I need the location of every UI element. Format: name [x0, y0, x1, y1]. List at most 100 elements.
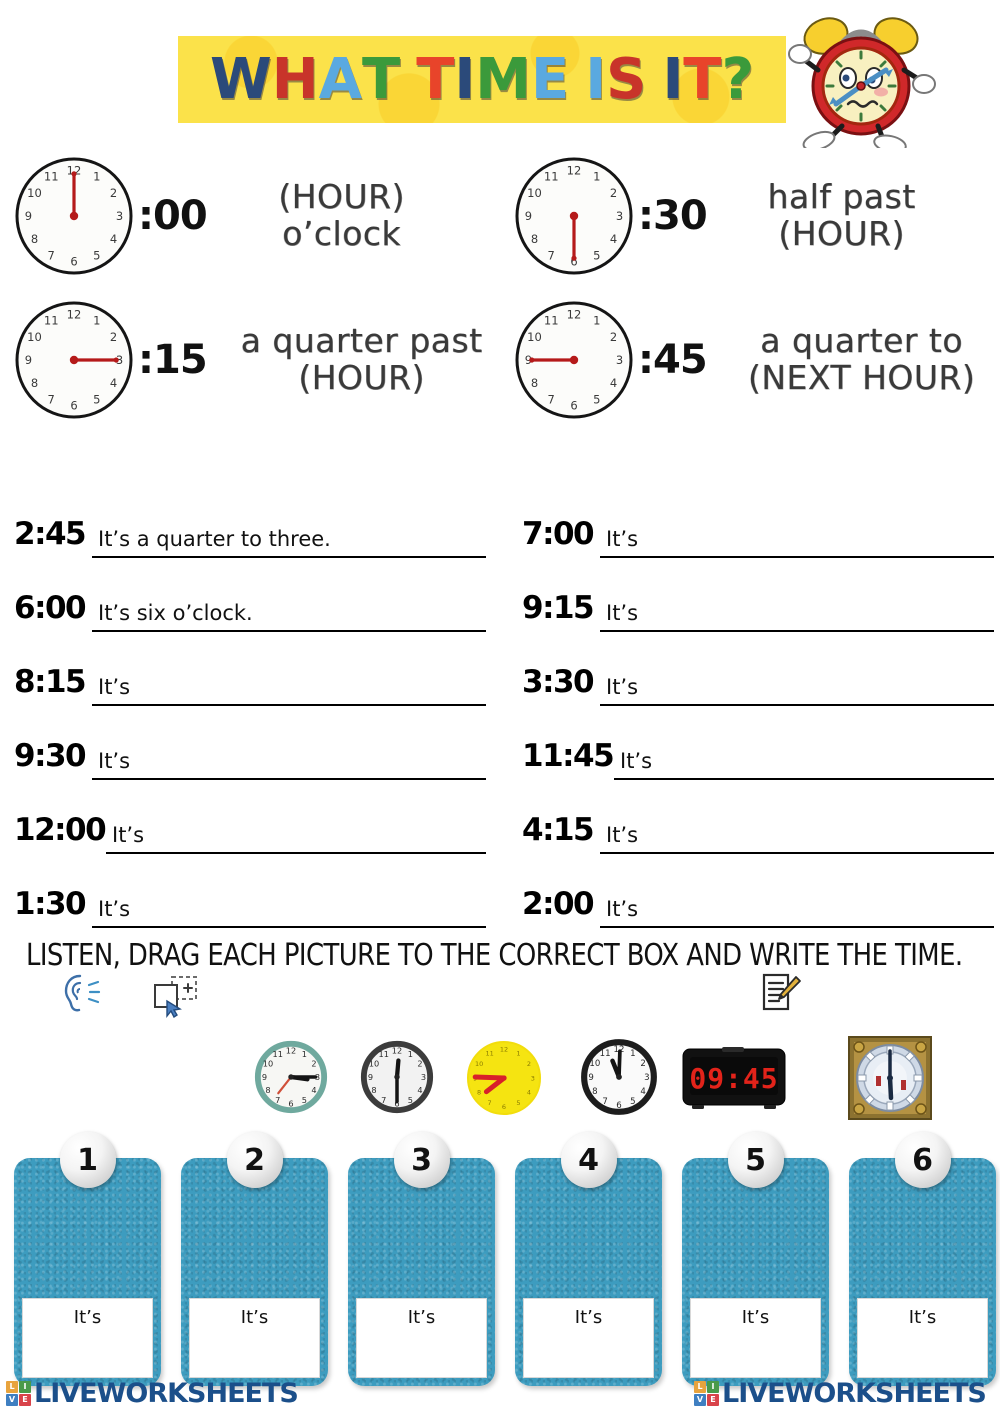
svg-text:10: 10 [27, 330, 42, 344]
svg-text:1: 1 [593, 314, 600, 328]
exercise-row-right-1: 7:00 It’s [522, 484, 994, 558]
write-note-icon [758, 972, 802, 1019]
svg-text:7: 7 [48, 249, 55, 263]
title-letter-13: I [662, 47, 684, 112]
legend-minute-label-quarter-to: :45 [638, 337, 708, 383]
title-letter-1: H [271, 47, 319, 112]
exercise-answer-field[interactable]: It’s [106, 814, 486, 854]
title-letter-0: W [210, 47, 272, 112]
svg-text:6: 6 [616, 1101, 621, 1111]
dropbox-answer-input[interactable]: It’s [22, 1298, 153, 1378]
logo-cube-l: L [694, 1380, 706, 1393]
svg-text:3: 3 [644, 1073, 649, 1083]
exercise-time-label: 4:15 [522, 812, 595, 848]
dropbox-number-badge: 6 [894, 1132, 951, 1188]
exercise-time-label: 8:15 [14, 664, 87, 700]
dropbox-answer-input[interactable]: It’s [690, 1298, 821, 1378]
watermark-brand-right: LIVEWORKSHEETS [722, 1377, 987, 1409]
exercise-answer-field[interactable]: It’s [614, 740, 994, 780]
svg-text:3: 3 [616, 353, 623, 367]
svg-text:11: 11 [44, 314, 59, 328]
dropbox-3[interactable]: 3 It’s [348, 1132, 495, 1386]
svg-text:10: 10 [475, 1060, 483, 1068]
svg-text:10: 10 [527, 330, 542, 344]
task2-icon-row [50, 972, 980, 1019]
svg-text:2: 2 [110, 186, 117, 200]
draggable-picture-digital-alarm-clock[interactable]: 09:45 [682, 1046, 786, 1112]
svg-text:7: 7 [548, 393, 555, 407]
dropbox-answer-input[interactable]: It’s [189, 1298, 320, 1378]
draggable-picture-black-wall-clock[interactable]: 123456789101112 [578, 1036, 660, 1118]
exercise-answer-field[interactable]: It’s a quarter to three. [92, 518, 486, 558]
logo-cube-v: V [694, 1393, 706, 1406]
liveworksheets-logo-icon: LIVE [694, 1380, 719, 1406]
exercise-time-label: 9:30 [14, 738, 87, 774]
svg-text:12: 12 [392, 1045, 402, 1055]
exercise-answer-field[interactable]: It’s [600, 518, 994, 558]
svg-text:7: 7 [381, 1095, 386, 1105]
exercise-row-right-3: 3:30 It’s [522, 632, 994, 706]
dropbox-answer-input[interactable]: It’s [523, 1298, 654, 1378]
exercise-answer-field[interactable]: It’s [92, 888, 486, 928]
exercise-answer-field[interactable]: It’s [600, 888, 994, 928]
exercise-time-label: 2:45 [14, 516, 87, 552]
legend-clock-icon-half-past: 1 2 3 4 5 6 7 8 9 10 11 12 [514, 156, 634, 276]
legend-phrase-line1: half past [767, 177, 916, 217]
svg-text:5: 5 [93, 249, 100, 263]
svg-text:10: 10 [27, 186, 42, 200]
svg-text:5: 5 [516, 1099, 520, 1107]
svg-text:10: 10 [263, 1059, 273, 1069]
svg-text:12: 12 [500, 1046, 508, 1054]
svg-text:6: 6 [288, 1098, 293, 1108]
exercise-row-right-2: 9:15 It’s [522, 558, 994, 632]
svg-text:12: 12 [286, 1045, 296, 1055]
watermark-liveworksheets-right: LIVE LIVEWORKSHEETS [694, 1377, 987, 1409]
legend-minute-label-oclock: :00 [138, 193, 208, 239]
title-letter-6: I [454, 47, 476, 112]
legend-clock-icon-quarter-to: 1 2 3 4 5 6 7 8 9 10 11 12 [514, 300, 634, 420]
draggable-picture-grey-wall-clock[interactable]: 1 2 3 4 5 6 7 8 9 10 11 12 [358, 1038, 436, 1116]
exercise-answer-field[interactable]: It’s [92, 666, 486, 706]
drag-drop-icon [150, 974, 202, 1023]
exercise-answer-field[interactable]: It’s [92, 740, 486, 780]
dropbox-answer-input[interactable]: It’s [356, 1298, 487, 1378]
dropbox-4[interactable]: 4 It’s [515, 1132, 662, 1386]
draggable-picture-yellow-wall-clock[interactable]: 123456789101112 [466, 1040, 542, 1116]
draggable-picture-big-ben-clock-face[interactable] [848, 1036, 932, 1120]
svg-text:6: 6 [70, 399, 77, 413]
exercise-time-label: 1:30 [14, 886, 87, 922]
dropbox-1[interactable]: 1 It’s [14, 1132, 161, 1386]
dropbox-answer-input[interactable]: It’s [857, 1298, 988, 1378]
exercise-time-label: 7:00 [522, 516, 595, 552]
dropbox-5[interactable]: 5 It’s [682, 1132, 829, 1386]
svg-text:12: 12 [567, 163, 582, 177]
logo-cube-v: V [6, 1393, 18, 1406]
exercise-answer-text: It’s [112, 822, 145, 847]
exercise-time-label: 3:30 [522, 664, 595, 700]
exercise-answer-field[interactable]: It’s [600, 814, 994, 854]
svg-text:8: 8 [31, 232, 38, 246]
svg-text:11: 11 [44, 170, 59, 184]
svg-text:7: 7 [275, 1095, 280, 1105]
logo-cube-l: L [6, 1380, 18, 1393]
svg-text:1: 1 [630, 1049, 635, 1059]
logo-cube-e: E [707, 1393, 719, 1406]
draggable-picture-teal-wall-clock[interactable]: 1 2 3 4 5 6 7 8 9 10 11 12 [252, 1038, 330, 1116]
exercise-answer-text: It’s [606, 674, 639, 699]
svg-text:5: 5 [593, 393, 600, 407]
svg-text:1: 1 [93, 314, 100, 328]
svg-text:6: 6 [70, 255, 77, 269]
exercise-answer-field[interactable]: It’s [600, 592, 994, 632]
svg-text:11: 11 [600, 1049, 611, 1059]
exercise-answer-field[interactable]: It’s six o’clock. [92, 592, 486, 632]
exercise-answer-field[interactable]: It’s [600, 666, 994, 706]
svg-text:3: 3 [531, 1074, 535, 1082]
dropbox-2[interactable]: 2 It’s [181, 1132, 328, 1386]
svg-text:9: 9 [525, 209, 532, 223]
dropbox-6[interactable]: 6 It’s [849, 1132, 996, 1386]
legend-clock-icon-oclock: 1 2 3 4 5 6 7 8 9 10 11 12 [14, 156, 134, 276]
svg-text:9: 9 [25, 353, 32, 367]
alarm-clock-mascot-icon [786, 8, 936, 154]
header-banner: WHAT TIME IS IT? [178, 36, 786, 123]
legend-item-quarter-past: 1 2 3 4 5 6 7 8 9 10 11 12:15 a quarter past (HOUR) [14, 300, 507, 420]
